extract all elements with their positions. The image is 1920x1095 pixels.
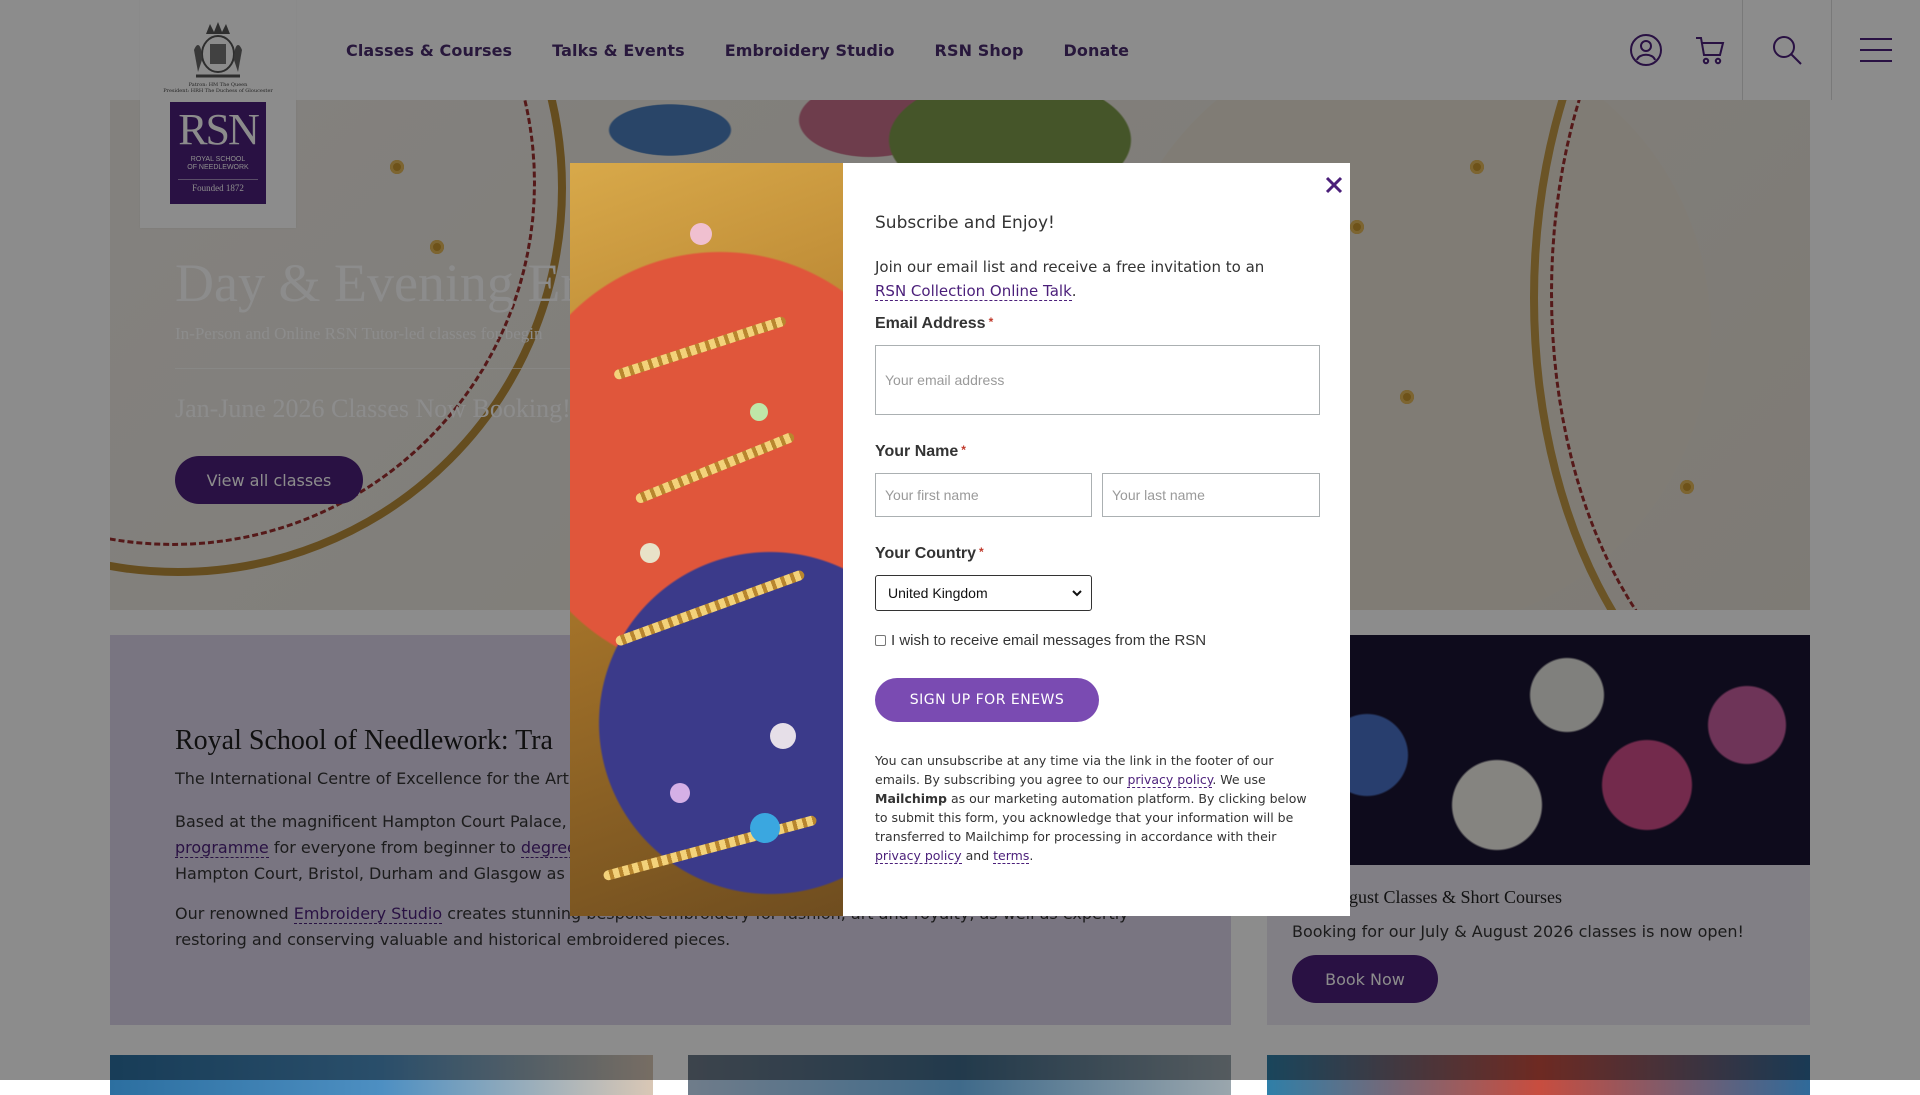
required-marker: * [988, 315, 994, 329]
image-detail [770, 723, 796, 749]
image-detail [614, 569, 806, 647]
name-label: Your Name * [875, 443, 966, 461]
country-select[interactable]: United Kingdom [875, 575, 1092, 611]
image-detail [750, 813, 780, 843]
email-label-text: Email Address [875, 315, 986, 332]
legal-segment: . [1029, 848, 1034, 863]
privacy-policy-link[interactable]: privacy policy [1127, 772, 1213, 788]
modal-title: Subscribe and Enjoy! [875, 213, 1055, 233]
country-label: Your Country * [875, 545, 984, 563]
image-detail [612, 315, 788, 381]
image-detail [690, 223, 712, 245]
legal-segment: and [961, 848, 994, 863]
required-marker: * [979, 545, 984, 559]
email-label: Email Address * [875, 315, 993, 333]
modal-intro: Join our email list and receive a free i… [875, 255, 1320, 303]
image-detail [634, 431, 796, 505]
legal-text: You can unsubscribe at any time via the … [875, 751, 1315, 865]
name-label-text: Your Name [875, 443, 959, 460]
sign-up-button[interactable]: SIGN UP FOR ENEWS [875, 678, 1099, 722]
legal-segment: . We use [1212, 772, 1266, 787]
mailchimp-privacy-link[interactable]: privacy policy [875, 848, 962, 864]
consent-label[interactable]: I wish to receive email messages from th… [891, 632, 1206, 649]
image-detail [670, 783, 690, 803]
image-detail [750, 403, 768, 421]
intro-text: Join our email list and receive a free i… [875, 258, 1265, 276]
mailchimp-text: Mailchimp [875, 791, 948, 806]
email-field[interactable] [875, 345, 1320, 415]
last-name-field[interactable] [1102, 473, 1320, 517]
goldwork-crown-image [570, 163, 843, 916]
close-icon[interactable] [1322, 173, 1346, 197]
consent-checkbox[interactable] [875, 635, 886, 646]
image-detail [602, 814, 818, 882]
rsn-collection-talk-link[interactable]: RSN Collection Online Talk [875, 282, 1072, 301]
subscribe-modal: Subscribe and Enjoy! Join our email list… [570, 163, 1350, 916]
intro-text: . [1071, 282, 1077, 300]
required-marker: * [961, 443, 966, 457]
consent-row: I wish to receive email messages from th… [875, 632, 1206, 649]
country-value: United Kingdom [888, 585, 988, 601]
first-name-field[interactable] [875, 473, 1092, 517]
country-label-text: Your Country [875, 545, 977, 562]
terms-link[interactable]: terms [993, 848, 1030, 864]
image-detail [640, 543, 660, 563]
chevron-down-icon [1072, 590, 1082, 597]
